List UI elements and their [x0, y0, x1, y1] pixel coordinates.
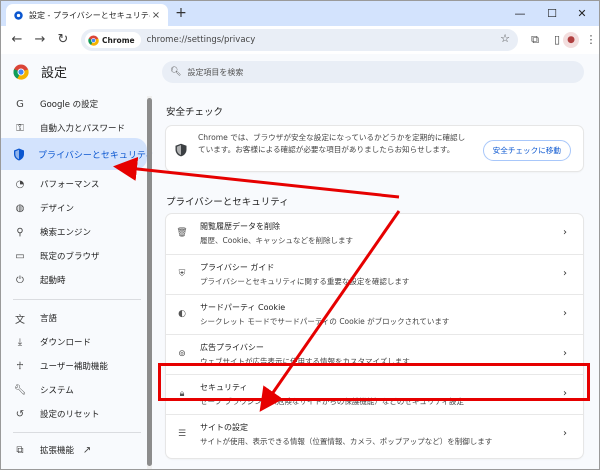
toolbar: ← → ↻ Chrome chrome://settings/privacy ☆… [1, 26, 599, 54]
tab-settings[interactable]: 設定 - プライバシーとセキュリティ × [6, 4, 168, 26]
sidebar-item-reset[interactable]: ↺ 設定のリセット [1, 402, 147, 426]
key-icon: ⚿ [16, 122, 24, 134]
sidebar-item-search-engine[interactable]: ⚲ 検索エンジン [1, 220, 147, 244]
new-tab-button[interactable]: + [173, 5, 189, 21]
settings-brand: 設定 [13, 62, 67, 81]
row-site-settings[interactable]: ☰ サイトの設定 サイトが使用、表示できる情報（位置情報、カメラ、ポップアップな… [166, 414, 583, 454]
safety-check-button[interactable]: 安全チェックに移動 [482, 140, 571, 161]
chevron-right-icon: › [563, 268, 567, 279]
sidebar-item-system[interactable]: 🔧︎ システム [1, 378, 147, 402]
accessibility-icon: ☥ [16, 360, 24, 372]
safety-check-card: Chrome では、ブラウザが安全な設定になっているかどうかを定期的に確認してい… [166, 126, 583, 171]
site-settings-highlight-box [158, 363, 590, 401]
extensions-puzzle-icon[interactable]: ⧉ [527, 32, 543, 48]
back-icon[interactable]: ← [9, 32, 25, 48]
google-icon: G [16, 98, 24, 110]
settings-gear-icon [12, 9, 24, 21]
sidebar-item-accessibility[interactable]: ☥ ユーザー補助機能 [1, 354, 147, 378]
chevron-right-icon: › [563, 308, 567, 319]
chip-label: Chrome [102, 35, 135, 45]
maximize-icon[interactable]: ☐ [537, 1, 567, 26]
ad-privacy-icon: ⊚ [178, 349, 186, 359]
browser-window: 設定 - プライバシーとセキュリティ × + — ☐ ✕ ← → ↻ Chrom… [0, 0, 600, 470]
puzzle-icon: ⧉ [16, 444, 24, 456]
page-title: 設定 [41, 66, 68, 81]
close-window-icon[interactable]: ✕ [567, 1, 597, 26]
wrench-icon: 🔧︎ [13, 384, 27, 396]
sidebar-item-autofill[interactable]: ⚿ 自動入力とパスワード [1, 116, 147, 140]
sidebar-item-performance[interactable]: ◔ パフォーマンス [1, 172, 147, 196]
row-clear-browsing-data[interactable]: 🗑︎ 閲覧履歴データを削除 履歴、Cookie、キャッシュなどを削除します › [166, 214, 583, 254]
settings-sidebar: G Google の設定 ⚿ 自動入力とパスワード プライバシーとセキュリティ … [1, 92, 154, 469]
sidebar-scrollbar-thumb[interactable] [147, 98, 152, 466]
search-icon: ⚲ [16, 226, 24, 238]
tab-title: 設定 - プライバシーとセキュリティ [29, 10, 150, 20]
reset-icon: ↺ [15, 408, 25, 420]
browser-icon: ▭ [15, 250, 25, 262]
guide-icon: ⛨ [178, 269, 186, 279]
chrome-logo-icon [88, 34, 99, 46]
row-privacy-guide[interactable]: ⛨ プライバシー ガイド プライバシーとセキュリティに関する重要な設定を確認しま… [166, 254, 583, 294]
settings-search-input[interactable]: 🔍︎ 設定項目を検索 [162, 61, 584, 83]
forward-icon[interactable]: → [32, 32, 48, 48]
power-icon: ⏻ [16, 274, 24, 286]
bookmark-star-icon[interactable]: ☆ [500, 32, 510, 45]
tab-strip: 設定 - プライバシーとセキュリティ × + — ☐ ✕ [1, 1, 599, 26]
download-icon: ⤓ [17, 336, 23, 348]
tab-close-icon[interactable]: × [150, 10, 162, 21]
chevron-right-icon: › [563, 428, 567, 439]
sidebar-item-default-browser[interactable]: ▭ 既定のブラウザ [1, 244, 147, 268]
chrome-logo-icon [13, 64, 29, 80]
sidebar-divider [13, 432, 141, 433]
chevron-right-icon: › [563, 227, 567, 238]
sidebar-item-appearance[interactable]: ◍ デザイン [1, 196, 147, 220]
site-info-chip[interactable]: Chrome [85, 32, 141, 48]
safety-check-heading: 安全チェック [166, 107, 224, 118]
shield-check-icon [175, 143, 187, 157]
privacy-card: 🗑︎ 閲覧履歴データを削除 履歴、Cookie、キャッシュなどを削除します › … [166, 214, 583, 458]
sidebar-item-on-startup[interactable]: ⏻ 起動時 [1, 268, 147, 292]
sliders-icon: ☰ [177, 429, 187, 439]
sidebar-item-google[interactable]: G Google の設定 [1, 92, 147, 116]
url-text: chrome://settings/privacy [146, 35, 256, 45]
privacy-section-heading: プライバシーとセキュリティ [166, 197, 289, 208]
menu-kebab-icon[interactable]: ⋮ [583, 32, 599, 48]
shield-icon [13, 147, 25, 161]
safety-check-text: Chrome では、ブラウザが安全な設定になっているかどうかを定期的に確認してい… [198, 133, 466, 154]
sidebar-item-languages[interactable]: 文 言語 [1, 306, 147, 330]
external-link-icon: ↗ [82, 444, 92, 456]
cookie-icon: ◐ [178, 309, 186, 319]
speedometer-icon: ◔ [15, 178, 25, 190]
profile-avatar-icon[interactable]: ● [563, 32, 579, 48]
row-third-party-cookies[interactable]: ◐ サードパーティ Cookie シークレット モードでサードパーティの Coo… [166, 294, 583, 334]
omnibox[interactable]: Chrome chrome://settings/privacy ☆ [81, 29, 518, 51]
palette-icon: ◍ [15, 202, 25, 214]
translate-icon: 文 [15, 314, 25, 326]
search-placeholder: 設定項目を検索 [187, 67, 244, 77]
sidebar-item-downloads[interactable]: ⤓ ダウンロード [1, 330, 147, 354]
search-icon: 🔍︎ [170, 67, 182, 77]
sidebar-divider [13, 299, 141, 300]
settings-page: 設定 🔍︎ 設定項目を検索 G Google の設定 ⚿ 自動入力とパスワード … [1, 54, 599, 469]
chevron-right-icon: › [563, 348, 567, 359]
reload-icon[interactable]: ↻ [55, 32, 71, 48]
trash-icon: 🗑︎ [176, 228, 188, 238]
sidebar-item-privacy[interactable]: プライバシーとセキュリティ [1, 138, 154, 170]
sidebar-item-extensions[interactable]: ⧉ 拡張機能 ↗ [1, 438, 147, 462]
minimize-icon[interactable]: — [505, 1, 535, 26]
